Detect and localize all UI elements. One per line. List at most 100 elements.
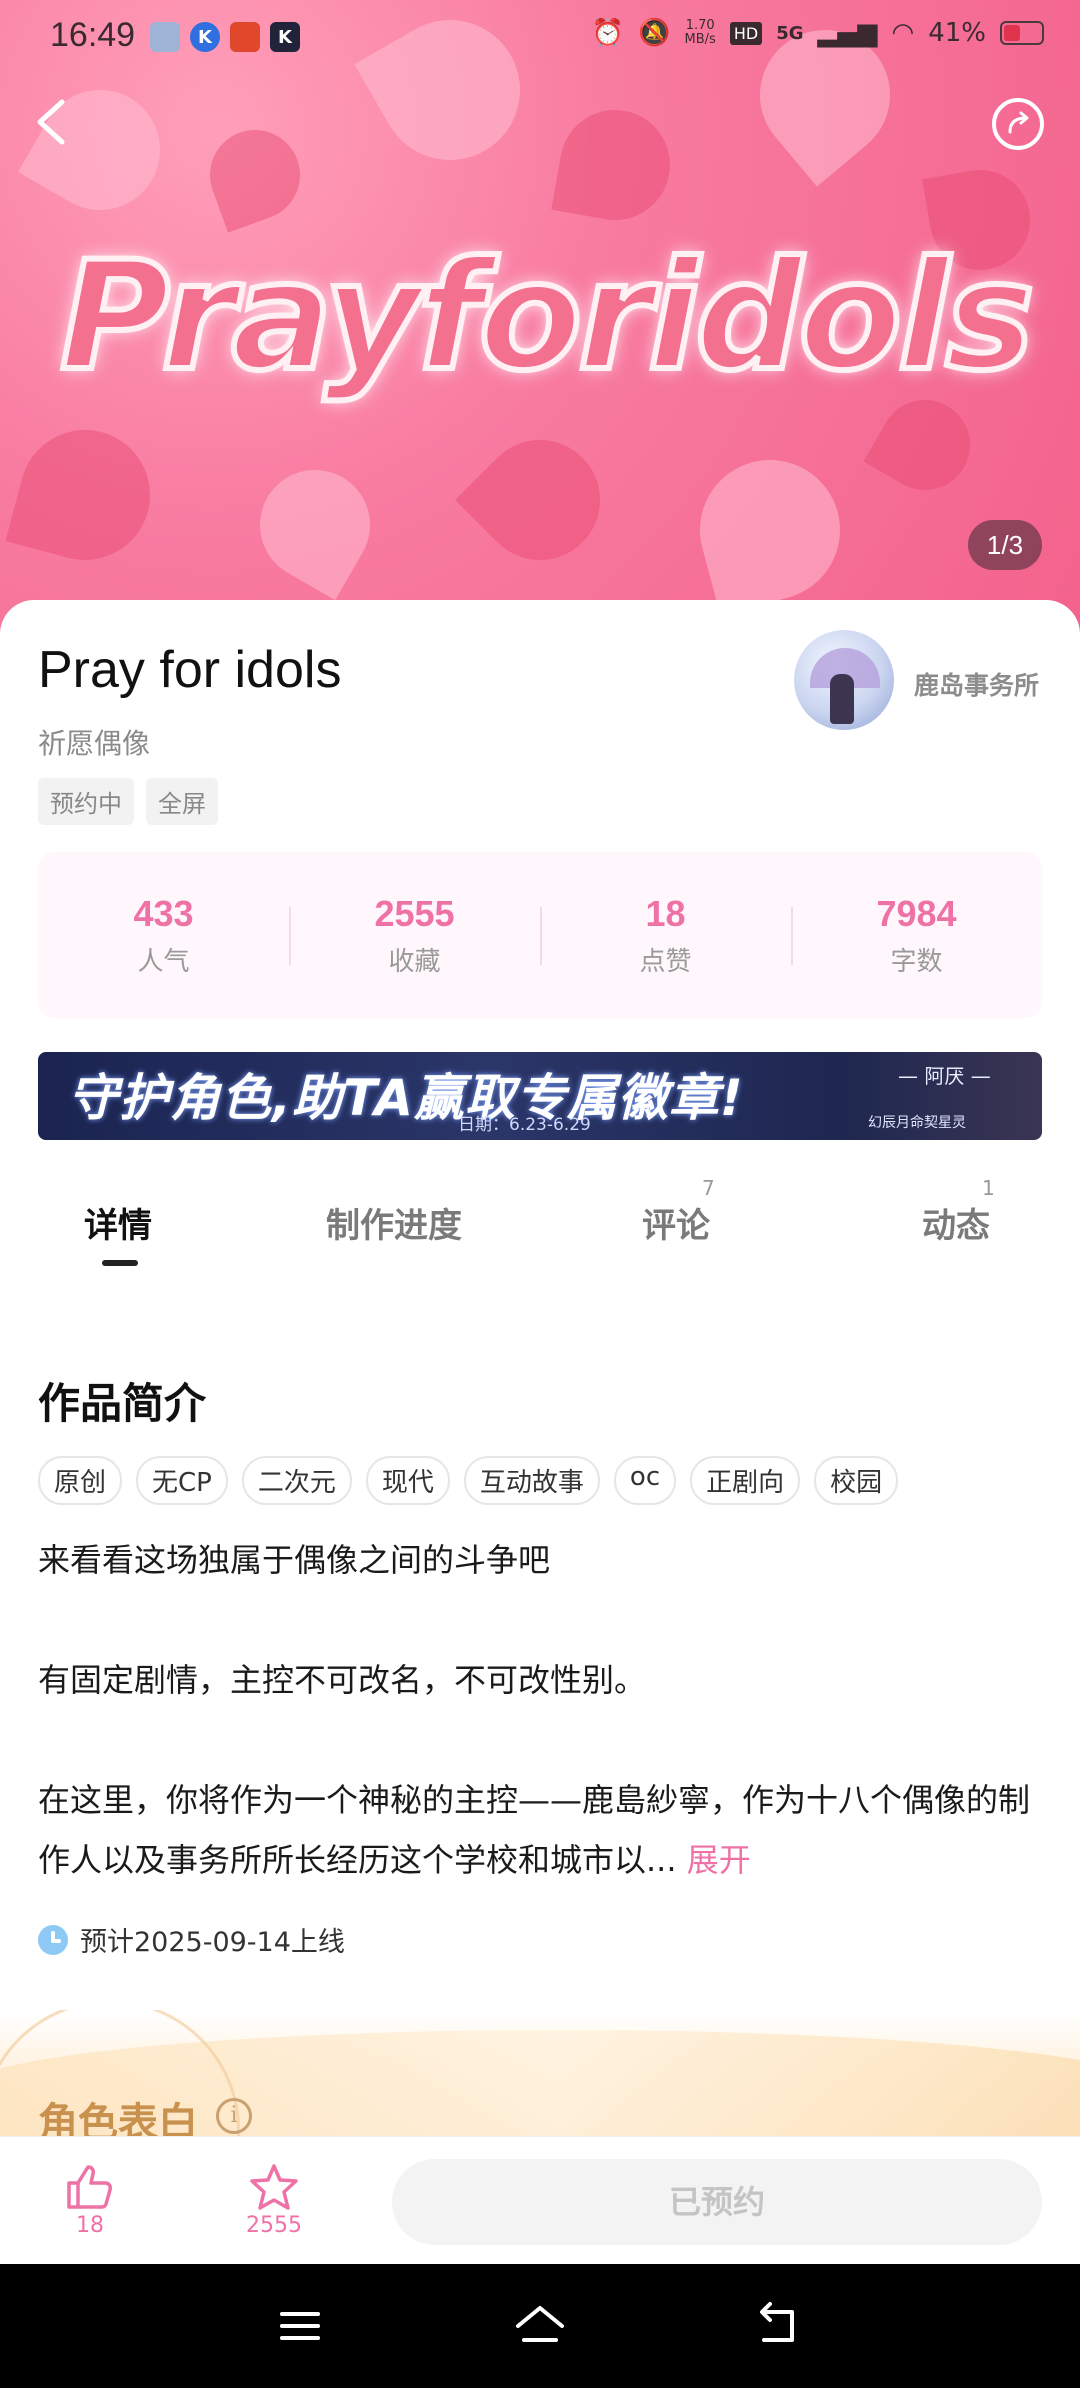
clock-icon <box>38 1924 68 1955</box>
banner-character: — 阿厌 — <box>898 1064 991 1088</box>
status-badge: 预约中 <box>38 778 134 825</box>
carousel-page-indicator: 1/3 <box>968 520 1042 570</box>
author-name[interactable]: 鹿岛事务所 <box>914 666 1039 702</box>
genre-tag[interactable]: 原创 <box>38 1456 123 1505</box>
intro-section-title: 作品简介 <box>38 1379 207 1428</box>
return-icon <box>760 2302 794 2342</box>
banner-subtitle: 幻辰月命契星灵 <box>868 1115 966 1131</box>
cover-title-art: Prayforidols <box>57 227 1038 407</box>
k-app-icon: K <box>190 22 220 52</box>
comment-count-badge: 7 <box>702 1176 715 1200</box>
tab-label: 制作进度 <box>326 1206 462 1246</box>
status-time: 16:49 <box>50 16 136 54</box>
tab-label: 评论 <box>642 1206 710 1246</box>
stat-value: 2555 <box>374 892 455 934</box>
stat-value: 433 <box>133 892 194 934</box>
update-count-badge: 1 <box>982 1176 995 1200</box>
signal-icon: ▂▄▆ <box>817 18 878 48</box>
stat-value: 18 <box>645 892 686 934</box>
tab-progress[interactable]: 制作进度 <box>326 1198 462 1247</box>
active-tab-indicator <box>102 1260 138 1266</box>
reserved-button[interactable]: 已预约 <box>392 2159 1042 2245</box>
intro-line-2: 有固定剧情，主控不可改名，不可改性别。 <box>38 1661 647 1699</box>
alarm-icon: ⏰ <box>591 18 625 48</box>
genre-tag[interactable]: 校园 <box>814 1456 899 1505</box>
banner-headline: 守护角色,助TA赢取专属徽章! <box>68 1069 744 1127</box>
menu-button[interactable] <box>270 2300 330 2352</box>
stat-label: 收藏 <box>388 946 441 977</box>
weather-app-icon <box>150 22 180 52</box>
like-button[interactable]: 18 <box>40 2161 140 2238</box>
release-date-text: 预计2025-09-14上线 <box>80 1927 345 1958</box>
genre-tag[interactable]: 现代 <box>365 1456 450 1505</box>
favorite-button[interactable]: 2555 <box>224 2161 324 2238</box>
status-tags: 预约中 全屏 <box>38 778 218 825</box>
character-confession-title: 角色表白 <box>38 2100 198 2140</box>
game-app-icon <box>230 22 260 52</box>
intro-line-1: 来看看这场独属于偶像之间的斗争吧 <box>38 1541 551 1579</box>
battery-icon <box>1000 21 1044 45</box>
status-bar: 16:49 K K ⏰ 🔕 1.70 MB/s HD 5G ▂▄▆ ◠ 41% <box>0 0 1080 74</box>
genre-tags: 原创 无CP 二次元 现代 互动故事 oc 正剧向 校园 <box>38 1456 1080 1505</box>
detail-tabs: 详情 制作进度 评论 7 动态 1 <box>0 1176 1080 1298</box>
star-icon <box>250 2164 298 2210</box>
cover-image-carousel[interactable]: Prayforidols 1/3 <box>0 0 1080 640</box>
author-avatar[interactable] <box>794 630 894 730</box>
notification-icons: K K <box>150 22 300 52</box>
genre-tag[interactable]: 二次元 <box>241 1456 352 1505</box>
stat-favorites: 2555 收藏 <box>289 893 540 978</box>
menu-icon <box>280 2312 320 2340</box>
home-button[interactable] <box>510 2300 570 2352</box>
favorite-count: 2555 <box>246 2213 302 2238</box>
wifi-icon: ◠ <box>891 18 915 48</box>
battery-percent: 41% <box>928 18 986 48</box>
stat-popularity: 433 人气 <box>38 893 289 978</box>
stat-likes: 18 点赞 <box>540 893 791 978</box>
event-banner[interactable]: 守护角色,助TA赢取专属徽章! 日期：6.23-6.29 — 阿厌 — 幻辰月命… <box>38 1052 1042 1140</box>
tab-updates[interactable]: 动态 1 <box>922 1176 995 1247</box>
back-button[interactable] <box>28 90 72 154</box>
network-type: 5G <box>776 22 804 44</box>
like-count: 18 <box>76 2213 104 2238</box>
silent-icon: 🔕 <box>638 18 671 48</box>
tab-label: 详情 <box>84 1206 152 1246</box>
stat-word-count: 7984 字数 <box>791 893 1042 978</box>
stat-value: 7984 <box>876 892 957 934</box>
network-speed: 1.70 MB/s <box>685 19 716 47</box>
thumbs-up-icon <box>67 2165 112 2209</box>
work-detail-card: Pray for idols 祈愿偶像 预约中 全屏 鹿岛事务所 433 人气 … <box>0 600 1080 2140</box>
stat-label: 字数 <box>890 946 943 977</box>
system-navigation-bar <box>0 2264 1080 2388</box>
home-icon <box>516 2306 564 2342</box>
bottom-action-bar: 18 2555 已预约 <box>0 2136 1080 2264</box>
genre-tag[interactable]: 正剧向 <box>690 1456 801 1505</box>
share-icon <box>1008 111 1029 134</box>
character-confession-section[interactable]: 角色表白 i <box>0 2010 1080 2140</box>
share-button[interactable] <box>992 98 1044 150</box>
intro-text: 在这里，你将作为一个神秘的主控——鹿島紗寧，作为十八个偶像的制作人以及事务所所长… <box>38 1781 1031 1879</box>
info-icon[interactable]: i <box>216 2098 252 2134</box>
banner-date: 日期：6.23-6.29 <box>458 1115 591 1135</box>
tab-comments[interactable]: 评论 7 <box>642 1176 715 1247</box>
kuaishou-app-icon: K <box>270 22 300 52</box>
stats-panel: 433 人气 2555 收藏 18 点赞 7984 字数 <box>38 852 1042 1018</box>
expand-link[interactable]: 展开 <box>687 1841 751 1879</box>
network-speed-value: 1.70 <box>685 18 715 33</box>
network-speed-unit: MB/s <box>684 32 716 47</box>
fullscreen-badge: 全屏 <box>146 778 218 825</box>
genre-tag[interactable]: 互动故事 <box>463 1456 600 1505</box>
genre-tag[interactable]: 无CP <box>136 1456 228 1505</box>
system-status-icons: ⏰ 🔕 1.70 MB/s HD 5G ▂▄▆ ◠ 41% <box>592 18 1044 48</box>
work-subtitle: 祈愿偶像 <box>38 727 151 760</box>
chevron-left-icon <box>37 99 65 145</box>
release-date: 预计2025-09-14上线 <box>38 1920 345 1959</box>
back-nav-button[interactable] <box>750 2300 810 2352</box>
tab-label: 动态 <box>922 1206 990 1246</box>
stat-label: 点赞 <box>639 946 692 977</box>
work-title: Pray for idols <box>38 641 342 699</box>
stat-label: 人气 <box>137 946 190 977</box>
intro-line-3: 在这里，你将作为一个神秘的主控——鹿島紗寧，作为十八个偶像的制作人以及事务所所长… <box>38 1770 1048 1890</box>
hd-icon: HD <box>729 21 763 45</box>
tab-details[interactable]: 详情 <box>84 1198 152 1266</box>
genre-tag[interactable]: oc <box>613 1456 677 1505</box>
